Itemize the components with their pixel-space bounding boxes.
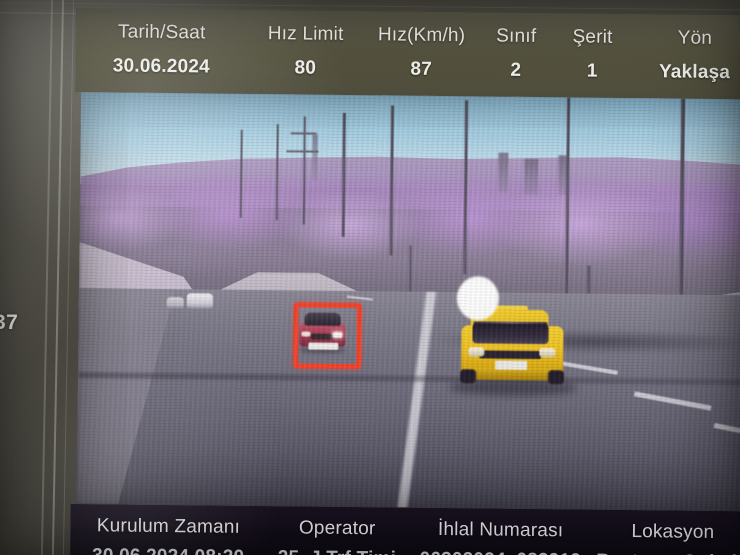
footer-label-location: Lokasyon xyxy=(631,521,715,543)
taxi-headlight-left xyxy=(468,347,485,357)
taxi-wheel-right xyxy=(547,370,565,385)
taxi-license-plate xyxy=(495,360,528,370)
footer-label-violation-number: İhlal Numarası xyxy=(437,518,564,542)
header-label-datetime: Tarih/Saat xyxy=(117,21,206,44)
header-label-class: Sınıf xyxy=(496,25,537,47)
lane-marking-solid xyxy=(76,288,740,512)
footer-value-install-time: 30.06.2024 08:20 xyxy=(70,544,266,555)
header-value-lane: 1 xyxy=(586,60,598,82)
header-label-direction: Yön xyxy=(677,27,713,49)
header-label-speed-limit: Hız Limit xyxy=(267,23,344,45)
taxi-windshield xyxy=(472,323,549,345)
footer-value-row: 30.06.2024 08:20 25_J Trf Timi 06302024_… xyxy=(70,544,740,555)
footer-value-location: Bestepe_Onkolo xyxy=(593,550,740,555)
footer-label-operator: Operator xyxy=(298,517,376,540)
distant-vehicle xyxy=(166,297,184,309)
header-label-speed: Hız(Km/h) xyxy=(377,24,466,47)
header-value-class: 2 xyxy=(510,59,522,81)
white-circle-obstruction xyxy=(456,276,500,321)
header-value-datetime: 30.06.2024 xyxy=(112,55,210,78)
footer-value-operator: 25_J Trf Timi xyxy=(266,546,408,555)
header-value-speed: 87 xyxy=(410,58,433,80)
taxi-grille xyxy=(479,350,542,360)
distant-tower xyxy=(312,134,318,181)
distant-vehicle xyxy=(186,293,213,309)
header-label-lane: Şerit xyxy=(572,26,613,48)
distant-building xyxy=(498,152,509,193)
violation-footer-bar: Kurulum Zamanı Operator İhlal Numarası L… xyxy=(70,503,740,555)
monitor-photo: 37 Tarih/Saat Hız Limit Hız(Km/h) Sınıf … xyxy=(0,0,740,555)
violation-record-window: Tarih/Saat Hız Limit Hız(Km/h) Sınıf Şer… xyxy=(70,8,740,555)
detection-bounding-box xyxy=(293,302,362,370)
header-value-direction: Yaklaşa xyxy=(658,61,731,84)
offscreen-text-fragment: 37 xyxy=(0,311,19,334)
footer-label-install-time: Kurulum Zamanı xyxy=(96,515,241,538)
distant-building xyxy=(524,158,539,196)
header-label-row: Tarih/Saat Hız Limit Hız(Km/h) Sınıf Şer… xyxy=(76,20,740,51)
taxi-wheel-left xyxy=(459,369,477,384)
light-pole-arm xyxy=(286,150,319,153)
yellow-taxi xyxy=(448,305,577,397)
violation-photo xyxy=(76,92,740,512)
footer-value-violation-number: 06302024_083919 xyxy=(407,548,593,555)
violation-header-bar: Tarih/Saat Hız Limit Hız(Km/h) Sınıf Şer… xyxy=(75,8,740,100)
header-value-speed-limit: 80 xyxy=(294,57,317,79)
footer-label-row: Kurulum Zamanı Operator İhlal Numarası L… xyxy=(70,514,740,545)
taxi-headlight-right xyxy=(539,348,556,358)
light-pole-arm xyxy=(290,132,317,135)
header-value-row: 30.06.2024 80 87 2 1 Yaklaşa xyxy=(75,54,740,85)
